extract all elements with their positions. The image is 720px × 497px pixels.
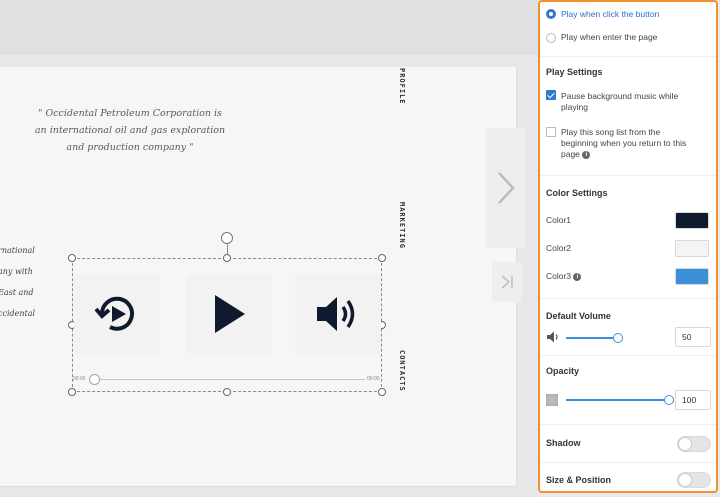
resize-handle-n[interactable] <box>223 254 231 262</box>
canvas-top-strip <box>0 0 538 55</box>
replay-list-label[interactable]: Play this song list from the beginning w… <box>561 127 686 160</box>
info-icon[interactable]: i <box>582 150 591 159</box>
slide-side-text[interactable]: rnational any with East and ccidental <box>0 240 40 324</box>
volume-button[interactable] <box>295 274 381 354</box>
side-text-line: East and <box>0 288 34 297</box>
progress-track[interactable] <box>90 379 365 380</box>
label-text: page <box>561 149 580 159</box>
resize-handle-se[interactable] <box>378 388 386 396</box>
opacity-slider-track[interactable] <box>566 399 668 401</box>
label-line: page i <box>561 149 686 160</box>
size-position-toggle[interactable] <box>677 472 711 488</box>
volume-slider-track[interactable] <box>566 337 618 339</box>
divider <box>540 298 716 299</box>
volume-slider-knob[interactable] <box>613 333 623 343</box>
size-position-heading: Size & Position <box>546 475 612 485</box>
color3-swatch[interactable] <box>675 268 709 285</box>
color3-label: Color3 i <box>546 271 582 282</box>
pause-bg-music-label[interactable]: Pause background music while playing <box>561 91 678 113</box>
last-page-button[interactable] <box>492 262 522 302</box>
volume-input[interactable]: 50 <box>675 327 711 347</box>
label-line: Play this song list from the <box>561 127 661 137</box>
color-settings-heading: Color Settings <box>546 188 608 198</box>
quote-line-2: an international oil and gas exploration <box>34 125 226 136</box>
divider <box>540 175 716 176</box>
opacity-heading: Opacity <box>546 366 580 376</box>
radio-play-on-click[interactable] <box>546 9 556 19</box>
volume-icon <box>317 297 355 331</box>
divider <box>540 462 716 463</box>
quote-line-3: and production company " <box>66 142 194 153</box>
vertical-label-contacts[interactable]: CONTACTS <box>398 350 406 392</box>
label-line: playing <box>561 102 588 112</box>
opacity-swatch-icon <box>546 394 558 406</box>
label-text: Color3 <box>546 271 572 281</box>
slide-quote[interactable]: " Occidental Petroleum Corporation is an… <box>30 105 230 156</box>
vertical-label-profile[interactable]: PROFILE <box>398 68 406 105</box>
default-volume-heading: Default Volume <box>546 311 611 321</box>
play-on-enter-label[interactable]: Play when enter the page <box>561 32 657 43</box>
play-settings-heading: Play Settings <box>546 67 603 77</box>
volume-icon <box>547 331 558 343</box>
play-button[interactable] <box>186 274 272 354</box>
info-icon[interactable]: i <box>573 272 582 281</box>
time-current: 00:00 <box>73 376 86 382</box>
play-icon <box>215 295 245 333</box>
resize-handle-sw[interactable] <box>68 388 76 396</box>
time-total: 00:00 <box>367 376 380 382</box>
side-text-line: ccidental <box>0 309 36 318</box>
rotate-handle[interactable] <box>221 232 233 244</box>
opacity-slider-knob[interactable] <box>664 395 674 405</box>
play-on-click-label[interactable]: Play when click the button <box>561 9 659 20</box>
radio-play-on-enter[interactable] <box>546 33 556 43</box>
divider <box>540 56 716 57</box>
resize-handle-s[interactable] <box>223 388 231 396</box>
color1-label: Color1 <box>546 215 572 225</box>
resize-handle-nw[interactable] <box>68 254 76 262</box>
replay-button[interactable] <box>74 274 160 354</box>
resize-handle-ne[interactable] <box>378 254 386 262</box>
next-page-button[interactable] <box>486 128 526 248</box>
vertical-label-marketing[interactable]: MARKETING <box>398 202 406 249</box>
canvas-area: " Occidental Petroleum Corporation is an… <box>0 0 538 497</box>
label-line: Pause background music while <box>561 91 679 101</box>
replay-icon <box>94 296 134 331</box>
divider <box>540 355 716 356</box>
side-text-line: rnational <box>0 246 35 255</box>
shadow-toggle[interactable] <box>677 436 711 452</box>
audio-settings-panel: Play when click the button Play when ent… <box>538 0 718 493</box>
replay-list-checkbox[interactable] <box>546 127 556 137</box>
side-text-line: any with <box>0 267 33 276</box>
skip-end-icon <box>501 275 513 289</box>
label-line: beginning when you return to this <box>561 138 687 148</box>
color1-swatch[interactable] <box>675 212 709 229</box>
divider <box>540 424 716 425</box>
shadow-heading: Shadow <box>546 438 581 448</box>
color2-label: Color2 <box>546 243 572 253</box>
quote-line-1: " Occidental Petroleum Corporation is <box>38 108 222 119</box>
opacity-input[interactable]: 100 <box>675 390 711 410</box>
color2-swatch[interactable] <box>675 240 709 257</box>
progress-knob[interactable] <box>89 374 100 385</box>
chevron-right-icon <box>498 172 515 204</box>
pause-bg-music-checkbox[interactable] <box>546 90 556 100</box>
